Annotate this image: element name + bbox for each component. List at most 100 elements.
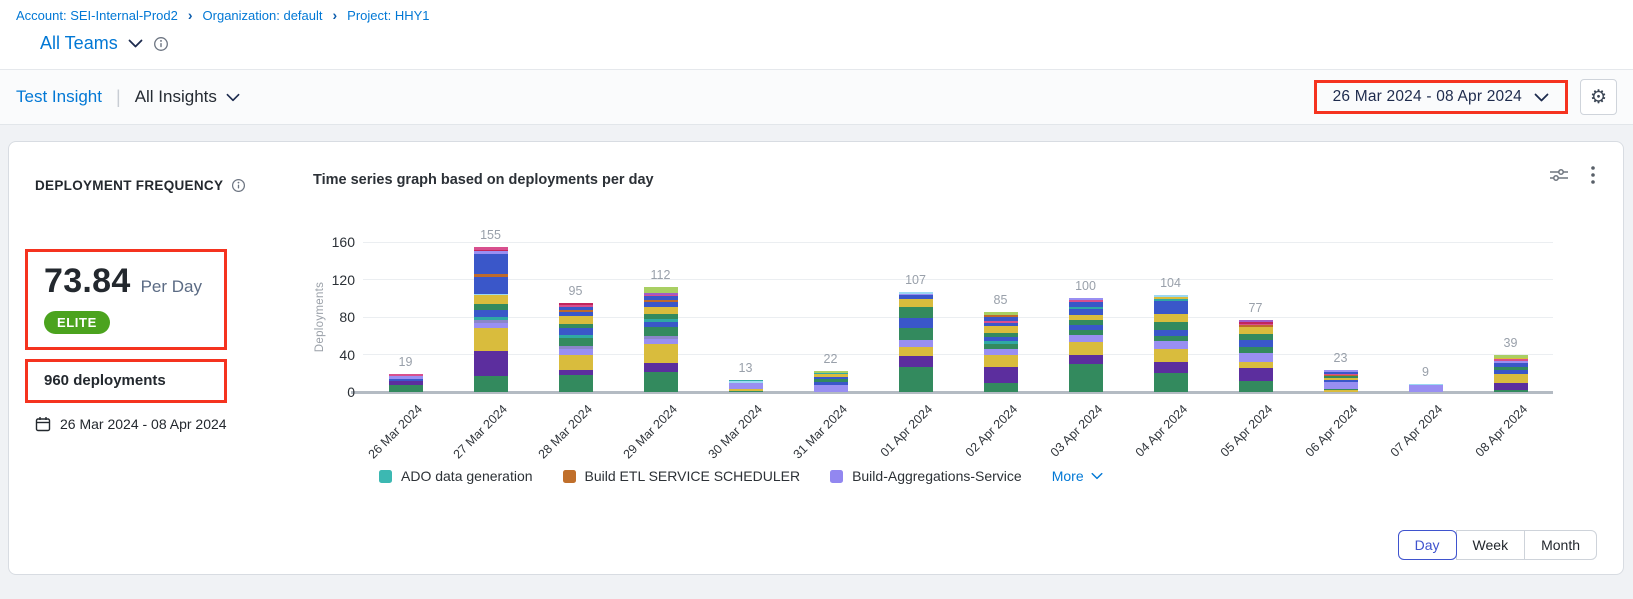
bar-segment[interactable] — [644, 327, 678, 335]
bar-segment[interactable] — [899, 347, 933, 356]
bar-stack[interactable] — [1324, 370, 1358, 392]
bar-segment[interactable] — [1069, 355, 1103, 364]
legend-item[interactable]: Build-Aggregations-Service — [830, 468, 1022, 484]
bar-segment[interactable] — [474, 254, 508, 274]
y-tick-label: 40 — [317, 347, 355, 363]
bar-segment[interactable] — [984, 383, 1018, 392]
bar-segment[interactable] — [1494, 374, 1528, 382]
insight-name-link[interactable]: Test Insight — [16, 87, 102, 107]
calendar-icon — [35, 416, 51, 432]
bar-segment[interactable] — [899, 299, 933, 307]
stat-annotation-box: 73.84 Per Day ELITE — [25, 249, 227, 350]
x-tick: 26 Mar 2024 — [363, 392, 448, 466]
bar-segment[interactable] — [644, 372, 678, 392]
bar-segment[interactable] — [1069, 342, 1103, 354]
chart-filter-button[interactable] — [1549, 167, 1569, 183]
top-bar: Account: SEI-Internal-Prod2 › Organizati… — [0, 0, 1633, 70]
granularity-month-button[interactable]: Month — [1524, 530, 1597, 560]
bar-stack[interactable] — [984, 312, 1018, 392]
bar-segment[interactable] — [559, 375, 593, 392]
x-tick: 05 Apr 2024 — [1213, 392, 1298, 466]
chart: Deployments 0408012016019155951121322107… — [363, 242, 1553, 466]
bar-stack[interactable] — [389, 374, 423, 392]
bar-segment[interactable] — [1154, 322, 1188, 330]
bar-segment[interactable] — [474, 277, 508, 294]
bar-segment[interactable] — [1069, 335, 1103, 343]
bar-segment[interactable] — [559, 316, 593, 324]
bar-slot: 39 — [1468, 242, 1553, 392]
bar-segment[interactable] — [1154, 373, 1188, 392]
insight-scope-dropdown[interactable]: All Insights — [135, 87, 240, 107]
x-tick: 02 Apr 2024 — [958, 392, 1043, 466]
bar-stack[interactable] — [1494, 355, 1528, 392]
bar-segment[interactable] — [644, 344, 678, 363]
info-icon[interactable] — [231, 178, 246, 193]
bar-segment[interactable] — [644, 307, 678, 315]
bar-segment[interactable] — [1069, 364, 1103, 392]
bar-segment[interactable] — [899, 328, 933, 339]
chevron-right-icon: › — [188, 8, 193, 22]
bar-segment[interactable] — [474, 376, 508, 392]
granularity-day-button[interactable]: Day — [1398, 530, 1457, 560]
x-tick-label: 29 Mar 2024 — [621, 402, 681, 462]
chevron-down-icon — [1534, 93, 1549, 102]
bar-segment[interactable] — [559, 338, 593, 346]
bar-value-label: 22 — [788, 352, 873, 366]
bar-stack[interactable] — [1069, 298, 1103, 392]
granularity-week-button[interactable]: Week — [1456, 530, 1526, 560]
bar-segment[interactable] — [1154, 301, 1188, 314]
page: Account: SEI-Internal-Prod2 › Organizati… — [0, 0, 1633, 599]
bar-segment[interactable] — [984, 355, 1018, 366]
bar-segment[interactable] — [899, 367, 933, 392]
bar-value-label: 95 — [533, 284, 618, 298]
bar-stack[interactable] — [559, 303, 593, 392]
bar-segment[interactable] — [899, 356, 933, 366]
bar-segment[interactable] — [1494, 383, 1528, 391]
bar-segment[interactable] — [474, 328, 508, 351]
bar-segment[interactable] — [1154, 341, 1188, 349]
bar-stack[interactable] — [644, 287, 678, 392]
bar-segment[interactable] — [1324, 382, 1358, 390]
bar-stack[interactable] — [729, 380, 763, 392]
x-tick: 08 Apr 2024 — [1468, 392, 1553, 466]
bar-segment[interactable] — [1239, 381, 1273, 392]
bar-segment[interactable] — [899, 307, 933, 318]
breadcrumb-project[interactable]: Project: HHY1 — [347, 8, 429, 23]
bar-stack[interactable] — [1154, 295, 1188, 393]
bar-segment[interactable] — [1239, 353, 1273, 362]
bar-stack[interactable] — [474, 247, 508, 392]
breadcrumb-account[interactable]: Account: SEI-Internal-Prod2 — [16, 8, 178, 23]
bar-segment[interactable] — [899, 318, 933, 328]
bar-segment[interactable] — [814, 385, 848, 393]
x-tick: 29 Mar 2024 — [618, 392, 703, 466]
x-tick-label: 26 Mar 2024 — [366, 402, 426, 462]
bar-stack[interactable] — [814, 371, 848, 392]
bar-segment[interactable] — [1154, 314, 1188, 322]
bar-segment[interactable] — [559, 355, 593, 370]
legend-more-link[interactable]: More — [1052, 468, 1103, 484]
chevron-down-icon[interactable] — [128, 39, 143, 48]
legend-item[interactable]: ADO data generation — [379, 468, 533, 484]
insight-selector: Test Insight | All Insights — [16, 87, 240, 108]
sliders-icon — [1549, 167, 1569, 183]
chart-menu-button[interactable] — [1591, 166, 1595, 184]
bar-stack[interactable] — [899, 292, 933, 392]
date-range-picker[interactable]: 26 Mar 2024 - 08 Apr 2024 — [1314, 80, 1568, 114]
bar-segment[interactable] — [1154, 362, 1188, 373]
bar-stack[interactable] — [1239, 320, 1273, 392]
info-icon[interactable] — [153, 36, 169, 52]
bar-segment[interactable] — [984, 367, 1018, 383]
bar-segment[interactable] — [899, 340, 933, 348]
breadcrumb-organization[interactable]: Organization: default — [203, 8, 323, 23]
bar-segment[interactable] — [644, 363, 678, 372]
bar-segment[interactable] — [1154, 349, 1188, 362]
team-selector[interactable]: All Teams — [40, 33, 118, 54]
x-tick-label: 04 Apr 2024 — [1133, 402, 1191, 460]
bar-segment[interactable] — [474, 351, 508, 376]
bar-stack[interactable] — [1409, 384, 1443, 392]
settings-button[interactable]: ⚙ — [1580, 79, 1617, 115]
bar-segment[interactable] — [1239, 368, 1273, 381]
bar-segment[interactable] — [474, 295, 508, 303]
legend-item[interactable]: Build ETL SERVICE SCHEDULER — [563, 468, 801, 484]
x-tick: 27 Mar 2024 — [448, 392, 533, 466]
